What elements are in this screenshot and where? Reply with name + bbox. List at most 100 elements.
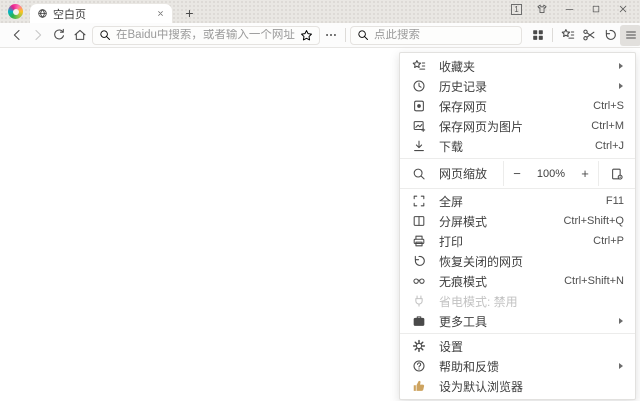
shortcut-label: Ctrl+Shift+N xyxy=(564,275,624,287)
menu-item-fullscreen[interactable]: 全屏 F11 xyxy=(400,191,635,211)
more-actions-button[interactable] xyxy=(320,25,341,46)
menu-item-downloads[interactable]: 下载 Ctrl+J xyxy=(400,136,635,156)
search-icon xyxy=(357,29,369,41)
toolbar xyxy=(0,23,640,48)
menu-item-label: 帮助和反馈 xyxy=(439,358,607,375)
zoom-out-button[interactable]: − xyxy=(504,161,530,186)
submenu-arrow-icon xyxy=(619,363,623,369)
titlebar: 空白页 + 1 xyxy=(0,0,640,23)
menu-item-incognito-mode[interactable]: 无痕模式 Ctrl+Shift+N xyxy=(400,271,635,291)
star-list-icon xyxy=(411,59,427,73)
maximize-button[interactable] xyxy=(589,2,603,16)
search-input[interactable] xyxy=(374,29,515,41)
menu-item-settings[interactable]: 设置 xyxy=(400,336,635,356)
new-tab-button[interactable]: + xyxy=(181,4,198,21)
help-icon xyxy=(411,359,427,373)
magnifier-icon xyxy=(411,167,427,181)
theme-skin-icon[interactable] xyxy=(535,2,549,16)
shortcut-label: Ctrl+J xyxy=(595,140,624,152)
forward-button[interactable] xyxy=(27,25,48,46)
close-button[interactable] xyxy=(616,2,630,16)
shortcut-label: Ctrl+Shift+Q xyxy=(563,215,624,227)
menu-separator xyxy=(400,158,635,159)
thumbs-up-icon xyxy=(411,379,427,393)
menu-item-label: 设为默认浏览器 xyxy=(439,378,624,395)
restore-icon xyxy=(411,254,427,268)
menu-item-label: 省电模式: 禁用 xyxy=(439,293,624,310)
menu-item-history[interactable]: 历史记录 xyxy=(400,76,635,96)
menu-item-power-save-mode: 省电模式: 禁用 xyxy=(400,291,635,311)
clock-icon xyxy=(411,79,427,93)
menu-separator xyxy=(400,333,635,334)
menu-item-print[interactable]: 打印 Ctrl+P xyxy=(400,231,635,251)
bookmark-star-icon[interactable] xyxy=(300,29,313,42)
shortcut-label: F11 xyxy=(606,195,624,207)
restore-closed-button[interactable] xyxy=(599,25,620,46)
tab-count-badge[interactable]: 1 xyxy=(511,4,522,15)
globe-icon xyxy=(37,8,48,19)
toolbox-icon xyxy=(411,314,427,328)
menu-item-restore-closed-pages[interactable]: 恢复关闭的网页 xyxy=(400,251,635,271)
printer-icon xyxy=(411,234,427,248)
home-button[interactable] xyxy=(69,25,90,46)
search-icon xyxy=(99,29,111,41)
incognito-icon xyxy=(411,274,427,288)
menu-item-label: 收藏夹 xyxy=(439,58,607,75)
tab-title: 空白页 xyxy=(53,6,151,22)
menu-item-favorites[interactable]: 收藏夹 xyxy=(400,56,635,76)
submenu-arrow-icon xyxy=(619,318,623,324)
screenshot-scissors-button[interactable] xyxy=(578,25,599,46)
tab-close-icon[interactable] xyxy=(156,9,165,18)
favorites-button[interactable] xyxy=(557,25,578,46)
shortcut-label: Ctrl+S xyxy=(593,100,624,112)
back-button[interactable] xyxy=(6,25,27,46)
menu-item-set-default-browser[interactable]: 设为默认浏览器 xyxy=(400,376,635,396)
menu-item-save-page-as-image[interactable]: 保存网页为图片 Ctrl+M xyxy=(400,116,635,136)
search-box[interactable] xyxy=(350,26,522,45)
save-page-icon xyxy=(411,99,427,113)
menu-item-split-screen[interactable]: 分屏模式 Ctrl+Shift+Q xyxy=(400,211,635,231)
menu-item-help-feedback[interactable]: 帮助和反馈 xyxy=(400,356,635,376)
menu-separator xyxy=(400,188,635,189)
fullscreen-icon xyxy=(411,194,427,208)
submenu-arrow-icon xyxy=(619,83,623,89)
split-screen-icon xyxy=(411,214,427,228)
menu-item-label: 分屏模式 xyxy=(439,213,551,230)
main-menu-dropdown: 收藏夹 历史记录 保存网页 Ctrl+S 保存网页为图片 Ctrl+M 下载 C… xyxy=(399,52,636,400)
menu-item-label: 打印 xyxy=(439,233,581,250)
menu-item-label: 设置 xyxy=(439,338,624,355)
menu-item-label: 恢复关闭的网页 xyxy=(439,253,624,270)
download-icon xyxy=(411,139,427,153)
page-zoom-settings-icon[interactable] xyxy=(599,161,635,186)
tab-blank-page[interactable]: 空白页 xyxy=(30,4,172,23)
shortcut-label: Ctrl+M xyxy=(591,120,624,132)
zoom-level-value: 100% xyxy=(530,168,572,180)
toolbar-separator xyxy=(552,28,553,42)
menu-item-label: 下载 xyxy=(439,138,583,155)
menu-item-label: 保存网页 xyxy=(439,98,581,115)
refresh-button[interactable] xyxy=(48,25,69,46)
minimize-button[interactable] xyxy=(562,2,576,16)
toolbar-separator xyxy=(345,28,346,42)
menu-item-label: 全屏 xyxy=(439,193,594,210)
apps-grid-button[interactable] xyxy=(527,25,548,46)
zoom-label: 网页缩放 xyxy=(439,165,503,182)
menu-item-more-tools[interactable]: 更多工具 xyxy=(400,311,635,331)
power-plug-icon xyxy=(411,294,427,308)
submenu-arrow-icon xyxy=(619,63,623,69)
zoom-controls: − 100% + xyxy=(503,161,599,186)
menu-item-page-zoom: 网页缩放 − 100% + xyxy=(400,161,635,186)
save-image-icon xyxy=(411,119,427,133)
browser-logo-icon xyxy=(8,4,23,19)
gear-icon xyxy=(411,339,427,353)
shortcut-label: Ctrl+P xyxy=(593,235,624,247)
menu-item-save-page[interactable]: 保存网页 Ctrl+S xyxy=(400,96,635,116)
menu-item-label: 更多工具 xyxy=(439,313,607,330)
address-bar[interactable] xyxy=(92,26,320,45)
menu-item-label: 历史记录 xyxy=(439,78,607,95)
window-controls: 1 xyxy=(511,2,630,16)
zoom-in-button[interactable]: + xyxy=(572,161,598,186)
address-input[interactable] xyxy=(116,29,295,41)
main-menu-button[interactable] xyxy=(620,25,640,46)
menu-item-label: 无痕模式 xyxy=(439,273,552,290)
